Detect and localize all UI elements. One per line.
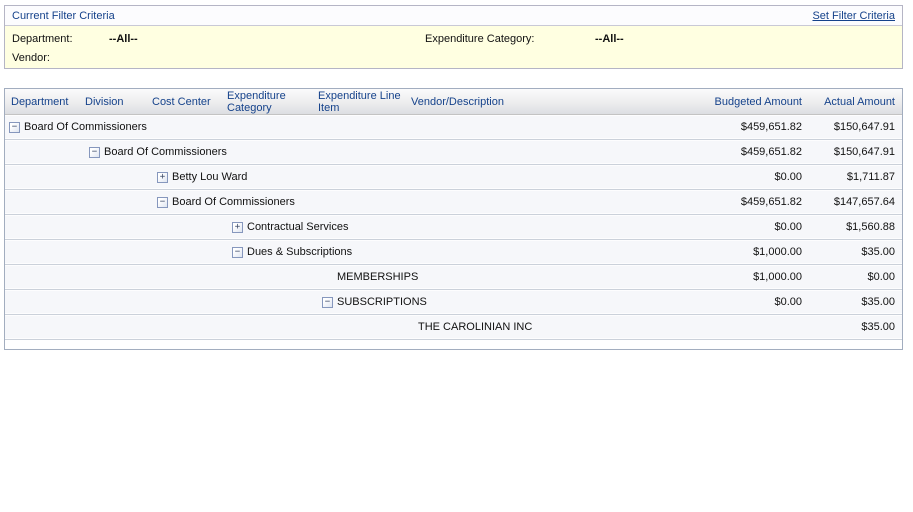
column-header-expenditure-line-item[interactable]: Expenditure Line Item xyxy=(318,90,411,114)
budgeted-amount-cell: $0.00 xyxy=(774,171,802,183)
actual-amount-cell: $1,560.88 xyxy=(846,221,895,233)
table-row: + Betty Lou Ward $0.00 $1,711.87 xyxy=(5,165,902,190)
table-row: − Board Of Commissioners $459,651.82 $14… xyxy=(5,190,902,215)
row-label-text: MEMBERSHIPS xyxy=(337,271,419,283)
actual-amount-cell: $1,711.87 xyxy=(846,171,895,183)
column-header-department[interactable]: Department xyxy=(5,96,85,108)
table-row: MEMBERSHIPS $1,000.00 $0.00 xyxy=(5,265,902,290)
row-label-cell: + Betty Lou Ward xyxy=(5,171,705,183)
actual-amount-cell: $147,657.64 xyxy=(833,196,895,208)
table-row: − Dues & Subscriptions $1,000.00 $35.00 xyxy=(5,240,902,265)
row-label-cell: − Board Of Commissioners xyxy=(5,196,705,208)
collapse-icon[interactable]: − xyxy=(322,296,333,308)
vendor-filter-label: Vendor: xyxy=(12,52,50,64)
column-header-actual-amount[interactable]: Actual Amount xyxy=(810,96,902,108)
department-filter-value: --All-- xyxy=(109,33,138,45)
row-label-cell: + Contractual Services xyxy=(5,221,705,233)
grid-bottom-strip xyxy=(5,340,902,349)
row-label-text: Contractual Services xyxy=(247,221,349,233)
table-row: − Board Of Commissioners $459,651.82 $15… xyxy=(5,140,902,165)
grid-body: − Board Of Commissioners $459,651.82 $15… xyxy=(5,115,902,340)
row-label-text: Board Of Commissioners xyxy=(104,146,227,158)
set-filter-criteria-link[interactable]: Set Filter Criteria xyxy=(812,10,895,22)
collapse-icon[interactable]: − xyxy=(89,146,100,158)
budgeted-amount-cell: $459,651.82 xyxy=(740,196,802,208)
row-label-text: SUBSCRIPTIONS xyxy=(337,296,427,308)
row-label-text: Dues & Subscriptions xyxy=(247,246,353,258)
collapse-icon[interactable]: − xyxy=(157,196,168,208)
column-header-vendor-description[interactable]: Vendor/Description xyxy=(411,96,705,108)
row-label-cell: − Board Of Commissioners xyxy=(5,146,705,158)
actual-amount-cell: $150,647.91 xyxy=(833,146,895,158)
grid-header-row: Department Division Cost Center Expendit… xyxy=(5,89,902,115)
budget-grid: Department Division Cost Center Expendit… xyxy=(4,88,903,350)
collapse-icon[interactable]: − xyxy=(232,246,243,258)
actual-amount-cell: $35.00 xyxy=(861,246,895,258)
expenditure-category-filter-label: Expenditure Category: xyxy=(425,33,535,45)
actual-amount-cell: $150,647.91 xyxy=(833,121,895,133)
row-label-text: Board Of Commissioners xyxy=(172,196,295,208)
actual-amount-cell: $0.00 xyxy=(867,271,895,283)
collapse-icon[interactable]: − xyxy=(9,121,20,133)
column-header-division[interactable]: Division xyxy=(85,96,152,108)
expenditure-category-filter-value: --All-- xyxy=(595,33,624,45)
table-row: − SUBSCRIPTIONS $0.00 $35.00 xyxy=(5,290,902,315)
column-header-cost-center[interactable]: Cost Center xyxy=(152,96,227,108)
expand-icon[interactable]: + xyxy=(157,171,168,183)
table-row: THE CAROLINIAN INC $35.00 xyxy=(5,315,902,340)
page: { "filter": { "title": "Current Filter C… xyxy=(0,0,913,512)
row-label-text: Board Of Commissioners xyxy=(24,121,147,133)
budgeted-amount-cell: $0.00 xyxy=(774,296,802,308)
row-label-text: THE CAROLINIAN INC xyxy=(418,321,533,333)
budgeted-amount-cell: $459,651.82 xyxy=(740,146,802,158)
row-label-cell: THE CAROLINIAN INC xyxy=(5,321,705,333)
table-row: + Contractual Services $0.00 $1,560.88 xyxy=(5,215,902,240)
actual-amount-cell: $35.00 xyxy=(861,296,895,308)
filter-row-2: Vendor: xyxy=(12,52,50,64)
row-label-cell: MEMBERSHIPS xyxy=(5,271,705,283)
actual-amount-cell: $35.00 xyxy=(861,321,895,333)
table-row: − Board Of Commissioners $459,651.82 $15… xyxy=(5,115,902,140)
row-label-cell: − Board Of Commissioners xyxy=(5,121,705,133)
filter-criteria-panel: Current Filter Criteria Set Filter Crite… xyxy=(4,5,903,69)
row-label-text: Betty Lou Ward xyxy=(172,171,248,183)
budgeted-amount-cell: $0.00 xyxy=(774,221,802,233)
department-filter-label: Department: xyxy=(12,33,73,45)
column-header-budgeted-amount[interactable]: Budgeted Amount xyxy=(705,96,810,108)
budgeted-amount-cell: $1,000.00 xyxy=(753,271,802,283)
filter-title-bar: Current Filter Criteria Set Filter Crite… xyxy=(5,6,902,26)
column-header-expenditure-category[interactable]: Expenditure Category xyxy=(227,90,318,114)
filter-body: Department: --All-- Expenditure Category… xyxy=(5,26,902,68)
filter-panel-title: Current Filter Criteria xyxy=(12,9,115,22)
budgeted-amount-cell: $1,000.00 xyxy=(753,246,802,258)
expand-icon[interactable]: + xyxy=(232,221,243,233)
filter-row-1: Department: --All-- Expenditure Category… xyxy=(5,33,902,45)
row-label-cell: − SUBSCRIPTIONS xyxy=(5,296,705,308)
budgeted-amount-cell: $459,651.82 xyxy=(740,121,802,133)
row-label-cell: − Dues & Subscriptions xyxy=(5,246,705,258)
